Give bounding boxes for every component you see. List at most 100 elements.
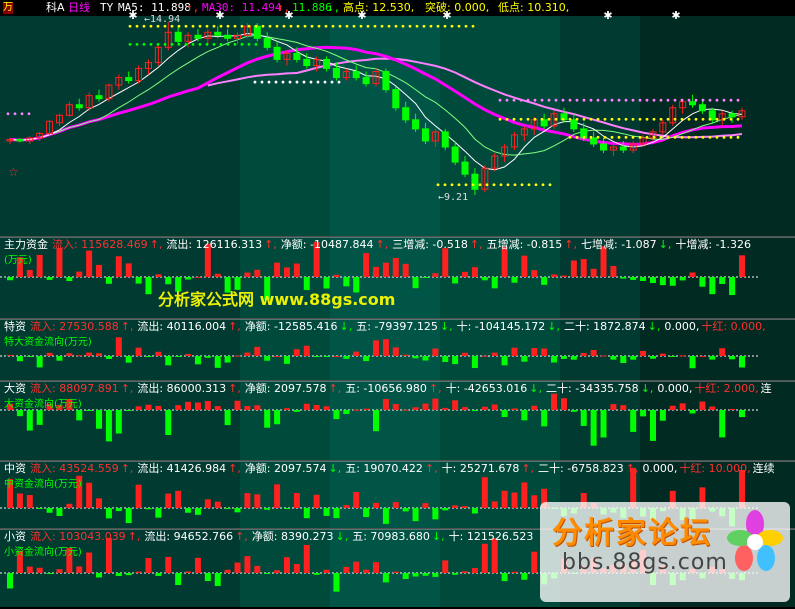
flow-bar[interactable]	[531, 551, 538, 573]
flow-bar[interactable]	[580, 410, 587, 426]
candle-body[interactable]	[689, 101, 697, 106]
flow-bar[interactable]	[175, 405, 182, 410]
candle-body[interactable]	[293, 52, 301, 60]
candle-body[interactable]	[352, 71, 360, 79]
flow-bar[interactable]	[135, 347, 142, 356]
flow-bar[interactable]	[115, 337, 122, 356]
flow-bar[interactable]	[442, 560, 449, 573]
flow-bar[interactable]	[36, 410, 43, 425]
flow-bar[interactable]	[719, 410, 726, 438]
flow-bar[interactable]	[333, 508, 340, 519]
flow-bar[interactable]	[274, 484, 281, 508]
flow-bar[interactable]	[293, 410, 300, 412]
flow-bar[interactable]	[234, 355, 241, 357]
flow-bar[interactable]	[66, 503, 73, 508]
flow-bar[interactable]	[521, 573, 528, 580]
flow-bar[interactable]	[699, 355, 706, 357]
flow-bar[interactable]	[323, 508, 330, 516]
flow-bar[interactable]	[402, 409, 409, 411]
candle-body[interactable]	[441, 131, 449, 148]
flow-bar[interactable]	[145, 356, 152, 357]
flow-bar[interactable]	[145, 508, 152, 510]
flow-bar[interactable]	[729, 277, 736, 296]
flow-bar[interactable]	[541, 277, 548, 285]
flow-bar[interactable]	[699, 277, 706, 287]
flow-bar[interactable]	[679, 403, 686, 410]
flow-bar[interactable]	[303, 403, 310, 410]
flow-bar[interactable]	[115, 573, 122, 577]
flow-bar[interactable]	[363, 569, 370, 573]
flow-bar[interactable]	[709, 406, 716, 410]
flow-bar[interactable]	[353, 351, 360, 356]
flow-bar[interactable]	[402, 508, 409, 512]
flow-bar[interactable]	[343, 566, 350, 573]
flow-bar[interactable]	[392, 404, 399, 410]
flow-bar[interactable]	[323, 406, 330, 410]
flow-bar[interactable]	[422, 277, 429, 278]
candle-body[interactable]	[412, 119, 420, 130]
flow-bar[interactable]	[382, 262, 389, 277]
flow-bar[interactable]	[224, 508, 231, 509]
candle-body[interactable]	[600, 143, 608, 151]
flow-bar[interactable]	[373, 266, 379, 277]
candle-body[interactable]	[590, 137, 598, 145]
candle-body[interactable]	[540, 119, 548, 127]
flow-bar[interactable]	[145, 558, 152, 573]
flow-bar[interactable]	[244, 352, 251, 356]
flow-bar[interactable]	[303, 545, 310, 573]
flow-bar[interactable]	[481, 355, 488, 357]
flow-bar[interactable]	[511, 347, 518, 356]
flow-bar[interactable]	[422, 503, 429, 508]
flow-bar[interactable]	[105, 410, 112, 442]
flow-bar[interactable]	[610, 356, 617, 360]
flow-bar[interactable]	[729, 356, 736, 360]
candle-body[interactable]	[362, 77, 370, 85]
flow-bar[interactable]	[343, 410, 350, 415]
flow-bar[interactable]	[264, 508, 271, 510]
flow-bar[interactable]	[363, 508, 370, 518]
flow-bar[interactable]	[244, 272, 251, 277]
flow-bar[interactable]	[125, 573, 132, 576]
flow-bar[interactable]	[373, 562, 379, 573]
flow-bar[interactable]	[76, 355, 83, 357]
flow-bar[interactable]	[471, 568, 478, 573]
flow-bar[interactable]	[363, 408, 370, 410]
flow-bar[interactable]	[442, 407, 449, 410]
flow-bar[interactable]	[283, 408, 290, 410]
flow-bar[interactable]	[501, 356, 508, 366]
flow-bar[interactable]	[194, 356, 201, 365]
flow-bar[interactable]	[333, 410, 340, 420]
flow-bar[interactable]	[36, 567, 43, 573]
flow-bar[interactable]	[333, 573, 340, 592]
flow-bar[interactable]	[491, 352, 498, 356]
flow-bar[interactable]	[412, 508, 419, 522]
candle-body[interactable]	[95, 95, 103, 100]
flow-bar[interactable]	[392, 257, 399, 277]
flow-bar[interactable]	[155, 274, 162, 277]
flow-bar[interactable]	[402, 263, 409, 277]
app-icon[interactable]: 万	[3, 2, 13, 14]
flow-bar[interactable]	[26, 566, 33, 573]
flow-bar[interactable]	[165, 493, 172, 508]
flow-bar[interactable]	[521, 482, 528, 508]
flow-bar[interactable]	[96, 264, 103, 277]
candle-body[interactable]	[461, 161, 469, 175]
flow-bar[interactable]	[432, 348, 439, 356]
flow-bar[interactable]	[452, 573, 459, 575]
flow-bar[interactable]	[353, 492, 360, 508]
flow-bar[interactable]	[194, 276, 201, 278]
flow-bar[interactable]	[659, 353, 666, 356]
flow-bar[interactable]	[303, 508, 310, 519]
flow-bar[interactable]	[669, 277, 676, 286]
flow-bar[interactable]	[353, 561, 360, 573]
flow-bar[interactable]	[56, 569, 63, 573]
flow-bar[interactable]	[313, 573, 320, 575]
flow-bar[interactable]	[462, 571, 469, 573]
candle-body[interactable]	[332, 67, 340, 79]
candle-body[interactable]	[224, 34, 232, 39]
flow-bar[interactable]	[46, 508, 53, 513]
flow-bar[interactable]	[640, 350, 647, 356]
flow-bar[interactable]	[333, 274, 340, 277]
candle-body[interactable]	[214, 31, 222, 36]
flow-bar[interactable]	[382, 508, 389, 524]
